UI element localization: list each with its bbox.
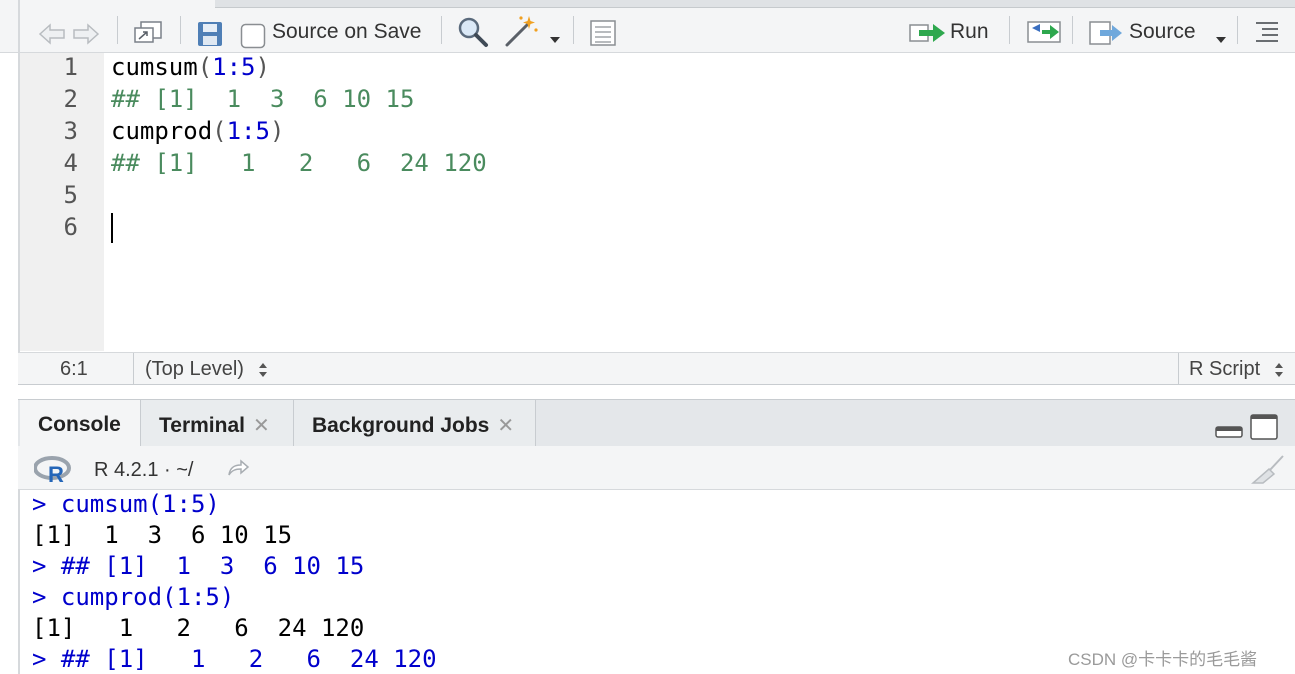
function-name: cumprod bbox=[111, 117, 213, 145]
toolbar-separator bbox=[1072, 16, 1073, 44]
open-paren: ( bbox=[212, 117, 227, 145]
tab-label: Terminal bbox=[159, 414, 245, 437]
line-number: 4 bbox=[63, 149, 78, 177]
r-logo-icon: R bbox=[33, 456, 72, 489]
argument: 1:5 bbox=[212, 53, 256, 81]
scope-selector[interactable]: (Top Level) bbox=[145, 358, 268, 381]
console-tab-bar: Console Terminal ✕ Background Jobs ✕ bbox=[18, 399, 1295, 447]
console-input-line: > ## [1] 1 3 6 10 15 bbox=[32, 552, 365, 580]
console-input-line: > ## [1] 1 2 6 24 120 bbox=[32, 645, 437, 673]
minimize-pane-icon[interactable] bbox=[1215, 422, 1243, 443]
close-icon[interactable]: ✕ bbox=[497, 415, 514, 437]
back-arrow-icon[interactable] bbox=[38, 22, 66, 51]
code-comment-line[interactable]: ## [1] 1 3 6 10 15 bbox=[111, 85, 414, 113]
editor-toolbar: Source on Save Run Source bbox=[0, 0, 1295, 53]
source-icon[interactable] bbox=[1088, 20, 1124, 51]
cursor-position: 6:1 bbox=[60, 358, 88, 380]
console-output-line: [1] 1 2 6 24 120 bbox=[32, 614, 365, 642]
tab-console[interactable]: Console bbox=[20, 400, 140, 446]
line-number: 3 bbox=[63, 117, 78, 145]
console-input-line: > cumprod(1:5) bbox=[32, 583, 235, 611]
file-type-selector[interactable]: R Script bbox=[1189, 358, 1284, 381]
tab-terminal[interactable]: Terminal ✕ bbox=[140, 400, 293, 446]
text-cursor bbox=[111, 213, 113, 243]
tab-label: Console bbox=[38, 413, 121, 436]
run-button[interactable]: Run bbox=[950, 20, 989, 44]
updown-chevron-icon bbox=[1274, 362, 1283, 377]
line-number: 6 bbox=[63, 213, 78, 241]
console-header: R R 4.2.1 · ~/ bbox=[18, 446, 1295, 490]
toolbar-separator bbox=[441, 16, 442, 44]
run-icon[interactable] bbox=[909, 22, 947, 49]
chevron-down-icon[interactable] bbox=[549, 31, 561, 49]
forward-arrow-icon[interactable] bbox=[72, 22, 100, 51]
function-name: cumsum bbox=[111, 53, 198, 81]
console-input-line: > cumsum(1:5) bbox=[32, 490, 220, 518]
line-number: 5 bbox=[63, 181, 78, 209]
updown-chevron-icon bbox=[258, 362, 267, 377]
toolbar-separator bbox=[117, 16, 118, 44]
toolbar-separator bbox=[1237, 16, 1238, 44]
code-comment-line[interactable]: ## [1] 1 2 6 24 120 bbox=[111, 149, 487, 177]
compile-report-icon[interactable] bbox=[589, 19, 617, 52]
editor-tab-strip bbox=[215, 0, 1295, 8]
save-icon[interactable] bbox=[196, 20, 224, 53]
tab-background-jobs[interactable]: Background Jobs ✕ bbox=[293, 400, 536, 446]
close-icon[interactable]: ✕ bbox=[253, 415, 270, 437]
chevron-down-icon[interactable] bbox=[1215, 31, 1227, 49]
r-version-path: R 4.2.1 · ~/ bbox=[94, 459, 194, 481]
file-type-label: R Script bbox=[1189, 358, 1261, 380]
watermark: CSDN @卡卡卡的毛毛酱 bbox=[1068, 650, 1258, 669]
magic-wand-icon[interactable] bbox=[503, 14, 539, 53]
maximize-pane-icon[interactable] bbox=[1250, 414, 1278, 445]
show-in-window-icon[interactable] bbox=[133, 20, 165, 51]
toolbar-separator bbox=[573, 16, 574, 44]
svg-text:R: R bbox=[48, 462, 64, 484]
scope-label: (Top Level) bbox=[145, 358, 244, 380]
source-on-save-checkbox[interactable] bbox=[240, 23, 266, 54]
argument: 1:5 bbox=[226, 117, 270, 145]
source-on-save-label[interactable]: Source on Save bbox=[272, 20, 421, 44]
close-paren: ) bbox=[255, 53, 270, 81]
go-to-directory-icon[interactable] bbox=[226, 458, 250, 483]
clear-console-broom-icon[interactable] bbox=[1250, 454, 1286, 489]
tab-label: Background Jobs bbox=[312, 414, 490, 437]
outline-icon[interactable] bbox=[1254, 20, 1280, 47]
close-paren: ) bbox=[269, 117, 285, 145]
line-number: 2 bbox=[63, 85, 78, 113]
status-divider bbox=[1178, 353, 1179, 384]
console-output-line: [1] 1 3 6 10 15 bbox=[32, 521, 293, 549]
editor-status-bar: 6:1 (Top Level) R Script bbox=[18, 352, 1295, 385]
search-icon[interactable] bbox=[457, 16, 489, 53]
code-line[interactable]: cumsum(1:5) bbox=[111, 53, 270, 81]
rerun-icon[interactable] bbox=[1026, 20, 1062, 49]
code-line[interactable]: cumprod(1:5) bbox=[111, 117, 284, 145]
status-divider bbox=[133, 353, 134, 384]
line-number: 1 bbox=[63, 53, 78, 81]
open-paren: ( bbox=[197, 53, 213, 81]
toolbar-separator bbox=[180, 16, 181, 44]
source-button[interactable]: Source bbox=[1129, 20, 1196, 44]
toolbar-separator bbox=[1009, 16, 1010, 44]
